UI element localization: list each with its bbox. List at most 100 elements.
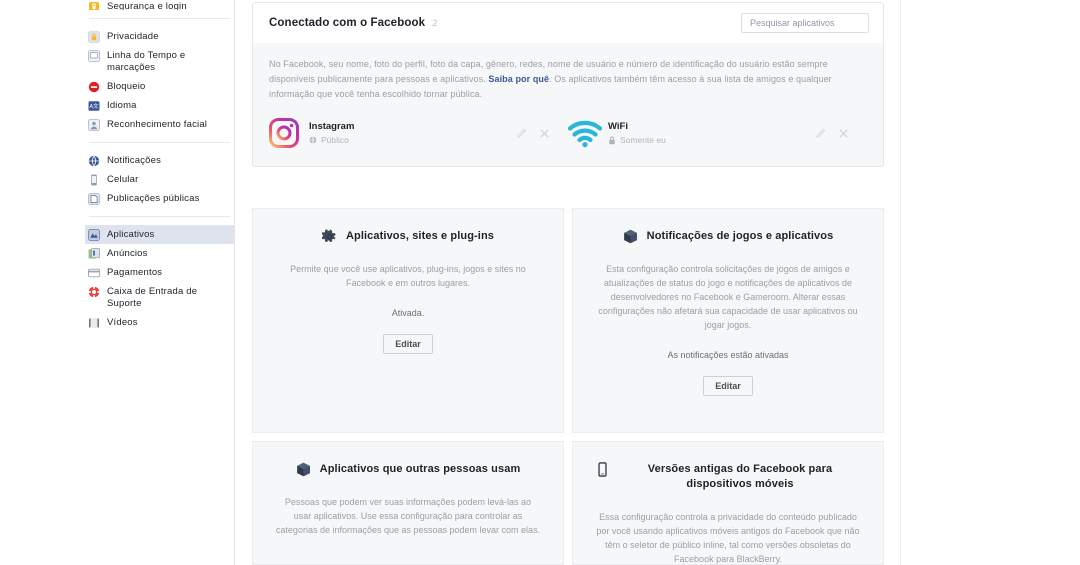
sidebar-item-idioma[interactable]: A文 Idioma bbox=[85, 96, 234, 115]
app-name: WiFi bbox=[608, 121, 628, 132]
box-icon bbox=[296, 462, 311, 477]
settings-cards-grid: Aplicativos, sites e plug-ins Permite qu… bbox=[252, 208, 892, 565]
globe-icon bbox=[309, 136, 317, 144]
sidebar-divider-2 bbox=[89, 142, 230, 143]
ads-icon bbox=[88, 248, 100, 260]
pencil-icon[interactable] bbox=[815, 128, 826, 139]
app-audience-label: Somente eu bbox=[620, 135, 666, 145]
panel-description: No Facebook, seu nome, foto do perfil, f… bbox=[269, 57, 867, 102]
settings-page: Segurança e login Privacidade Linha do T… bbox=[0, 0, 1080, 565]
sidebar-item-linha-do-tempo-e-marcacoes[interactable]: Linha do Tempo e marcações bbox=[85, 46, 234, 77]
sidebar-item-label: Linha do Tempo e marcações bbox=[107, 50, 186, 73]
sidebar-item-pagamentos[interactable]: Pagamentos bbox=[85, 263, 234, 282]
app-actions bbox=[815, 128, 867, 139]
card-status: As notificações estão ativadas bbox=[667, 350, 789, 360]
main-content: Conectado com o Facebook 2 Pesquisar apl… bbox=[236, 0, 900, 565]
gear-icon bbox=[321, 229, 337, 244]
sidebar-item-privacidade[interactable]: Privacidade bbox=[85, 27, 234, 46]
learn-why-link[interactable]: Saiba por quê bbox=[488, 74, 549, 84]
panel-header: Conectado com o Facebook 2 Pesquisar apl… bbox=[253, 3, 883, 43]
sidebar-item-label: Bloqueio bbox=[107, 81, 146, 92]
sidebar-item-videos[interactable]: Vídeos bbox=[85, 313, 234, 332]
lock-icon bbox=[609, 136, 615, 144]
sidebar-item-notificacoes[interactable]: Notificações bbox=[85, 151, 234, 170]
card-description: Essa configuração controla a privacidade… bbox=[596, 512, 860, 564]
sidebar-item-caixa-de-entrada-de-suporte[interactable]: Caixa de Entrada de Suporte bbox=[85, 282, 234, 313]
card-header: Aplicativos que outras pessoas usam bbox=[275, 462, 541, 477]
sidebar-group-apps: Aplicativos Anúncios Pagamentos Caixa de… bbox=[85, 225, 234, 332]
face-recognition-icon bbox=[88, 119, 100, 131]
support-inbox-icon bbox=[88, 286, 100, 298]
sidebar-item-seguranca-e-login[interactable]: Segurança e login bbox=[85, 0, 234, 10]
pencil-icon[interactable] bbox=[516, 128, 527, 139]
apps-icon bbox=[88, 229, 100, 241]
panel-body: No Facebook, seu nome, foto do perfil, f… bbox=[253, 43, 883, 166]
instagram-icon bbox=[269, 118, 299, 148]
app-audience: Público bbox=[309, 135, 516, 145]
sidebar-item-label: Publicações públicas bbox=[107, 193, 200, 204]
payments-icon bbox=[88, 267, 100, 279]
edit-button[interactable]: Editar bbox=[383, 334, 433, 354]
padlock-icon bbox=[88, 31, 100, 43]
sidebar-item-label: Idioma bbox=[107, 100, 137, 111]
shield-lock-icon bbox=[88, 1, 100, 10]
app-audience: Somente eu bbox=[608, 135, 815, 145]
left-gutter bbox=[0, 0, 85, 565]
mobile-device-icon bbox=[595, 462, 610, 477]
card-row-2: Aplicativos que outras pessoas usam Pess… bbox=[252, 441, 892, 565]
settings-sidebar: Segurança e login Privacidade Linha do T… bbox=[85, 0, 235, 565]
card-status: Ativada. bbox=[391, 308, 425, 318]
card-title: Notificações de jogos e aplicativos bbox=[646, 230, 834, 242]
app-meta: WiFi Somente eu bbox=[608, 121, 815, 145]
block-icon bbox=[88, 81, 100, 93]
list-item[interactable]: Instagram Público bbox=[269, 118, 568, 148]
search-placeholder: Pesquisar aplicativos bbox=[750, 18, 835, 28]
public-posts-icon bbox=[88, 193, 100, 205]
edit-button[interactable]: Editar bbox=[703, 376, 753, 396]
card-title: Aplicativos que outras pessoas usam bbox=[319, 463, 521, 475]
card-title: Aplicativos, sites e plug-ins bbox=[345, 230, 495, 242]
search-apps-input[interactable]: Pesquisar aplicativos bbox=[741, 13, 869, 33]
timeline-icon bbox=[88, 50, 100, 62]
sidebar-item-reconhecimento-facial[interactable]: Reconhecimento facial bbox=[85, 115, 234, 134]
sidebar-item-label: Celular bbox=[107, 174, 139, 185]
app-meta: Instagram Público bbox=[309, 121, 516, 145]
sidebar-item-aplicativos[interactable]: Aplicativos bbox=[85, 225, 234, 244]
sidebar-item-label: Vídeos bbox=[107, 317, 138, 328]
close-icon[interactable] bbox=[838, 128, 849, 139]
card-header: Aplicativos, sites e plug-ins bbox=[275, 229, 541, 244]
sidebar-item-publicacoes-publicas[interactable]: Publicações públicas bbox=[85, 189, 234, 208]
close-icon[interactable] bbox=[539, 128, 550, 139]
connected-with-facebook-panel: Conectado com o Facebook 2 Pesquisar apl… bbox=[252, 2, 884, 167]
card-game-app-notifications: Notificações de jogos e aplicativos Esta… bbox=[572, 208, 884, 433]
card-old-facebook-versions: Versões antigas do Facebook para disposi… bbox=[572, 441, 884, 565]
card-header: Notificações de jogos e aplicativos bbox=[595, 229, 861, 244]
app-count-badge: 2 bbox=[432, 18, 438, 29]
sidebar-item-label: Anúncios bbox=[107, 248, 148, 259]
card-description: Permite que você use aplicativos, plug-i… bbox=[290, 264, 526, 288]
box-icon bbox=[623, 229, 638, 244]
sidebar-item-anuncios[interactable]: Anúncios bbox=[85, 244, 234, 263]
sidebar-item-label: Reconhecimento facial bbox=[107, 119, 208, 130]
sidebar-item-label: Segurança e login bbox=[107, 1, 187, 10]
sidebar-item-label: Pagamentos bbox=[107, 267, 163, 278]
sidebar-group-privacy: Privacidade Linha do Tempo e marcações B… bbox=[85, 27, 234, 134]
sidebar-divider-1 bbox=[89, 18, 230, 19]
card-row-1: Aplicativos, sites e plug-ins Permite qu… bbox=[252, 208, 892, 433]
page-title: Conectado com o Facebook bbox=[269, 17, 426, 29]
list-item[interactable]: WiFi Somente eu bbox=[568, 118, 867, 148]
app-name: Instagram bbox=[309, 121, 355, 132]
sidebar-item-label: Privacidade bbox=[107, 31, 159, 42]
right-empty-area bbox=[901, 0, 1080, 565]
card-apps-sites-plugins: Aplicativos, sites e plug-ins Permite qu… bbox=[252, 208, 564, 433]
panel-title-group: Conectado com o Facebook 2 bbox=[269, 17, 437, 29]
connected-apps-list: Instagram Público WiFi Somente eu bbox=[269, 118, 867, 148]
sidebar-group-notifications: Notificações Celular Publicações pública… bbox=[85, 151, 234, 208]
sidebar-item-label: Notificações bbox=[107, 155, 162, 166]
sidebar-item-celular[interactable]: Celular bbox=[85, 170, 234, 189]
svg-text:A文: A文 bbox=[90, 102, 100, 110]
wifi-icon bbox=[568, 118, 602, 148]
app-actions bbox=[516, 128, 568, 139]
videos-icon bbox=[88, 317, 100, 329]
sidebar-item-bloqueio[interactable]: Bloqueio bbox=[85, 77, 234, 96]
